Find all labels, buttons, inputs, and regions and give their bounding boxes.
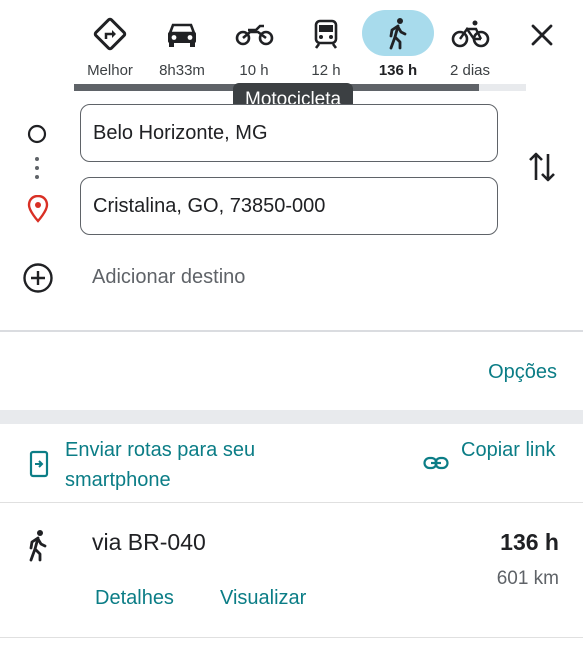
dots-connector-icon bbox=[34, 156, 40, 182]
mode-motorcycle-label: 10 h bbox=[239, 62, 269, 79]
destination-pin-icon bbox=[27, 194, 49, 223]
swap-arrows-icon bbox=[529, 152, 555, 182]
mode-transit[interactable]: 12 h bbox=[290, 10, 362, 80]
mode-walk-label: 136 h bbox=[378, 62, 418, 79]
route-divider-top bbox=[0, 502, 583, 503]
motorcycle-icon bbox=[218, 10, 290, 56]
section-separator bbox=[0, 410, 583, 424]
mode-car-label: 8h33m bbox=[159, 62, 205, 79]
route-distance: 601 km bbox=[496, 568, 559, 589]
walk-icon bbox=[362, 10, 434, 56]
add-destination-label[interactable]: Adicionar destino bbox=[92, 266, 245, 289]
header-divider bbox=[0, 330, 583, 332]
details-link[interactable]: Detalhes bbox=[95, 587, 174, 610]
mode-walk[interactable]: 136 h bbox=[362, 10, 434, 80]
close-button[interactable] bbox=[522, 16, 562, 56]
route-title: via BR-040 bbox=[92, 529, 206, 555]
origin-circle-icon bbox=[27, 124, 47, 144]
mode-transit-label: 12 h bbox=[311, 62, 341, 79]
best-route-icon bbox=[74, 10, 146, 56]
link-icon[interactable] bbox=[423, 453, 449, 473]
mode-best[interactable]: Melhor bbox=[74, 10, 146, 80]
transit-icon bbox=[290, 10, 362, 56]
close-icon bbox=[531, 24, 553, 46]
destination-input[interactable] bbox=[80, 177, 498, 235]
mode-motorcycle[interactable]: 10 h bbox=[218, 10, 290, 80]
copy-link-button[interactable]: Copiar link bbox=[461, 435, 561, 465]
swap-button[interactable] bbox=[526, 148, 558, 186]
send-to-phone-link[interactable]: Enviar rotas para seu smartphone bbox=[65, 435, 325, 495]
route-time: 136 h bbox=[500, 529, 559, 555]
mode-best-label: Melhor bbox=[87, 62, 133, 79]
mode-bicycle[interactable]: 2 dias bbox=[434, 10, 506, 80]
car-icon bbox=[146, 10, 218, 56]
mode-car[interactable]: 8h33m bbox=[146, 10, 218, 80]
route-walk-icon bbox=[24, 528, 52, 564]
add-destination-button[interactable] bbox=[22, 262, 54, 294]
route-divider-bottom bbox=[0, 637, 583, 638]
bicycle-icon bbox=[434, 10, 506, 56]
mode-bicycle-label: 2 dias bbox=[449, 62, 491, 79]
send-to-phone-icon[interactable] bbox=[28, 450, 50, 478]
add-circle-icon bbox=[23, 263, 53, 293]
origin-input[interactable] bbox=[80, 104, 498, 162]
view-link[interactable]: Visualizar bbox=[220, 587, 306, 610]
options-button[interactable]: Opções bbox=[488, 361, 557, 384]
